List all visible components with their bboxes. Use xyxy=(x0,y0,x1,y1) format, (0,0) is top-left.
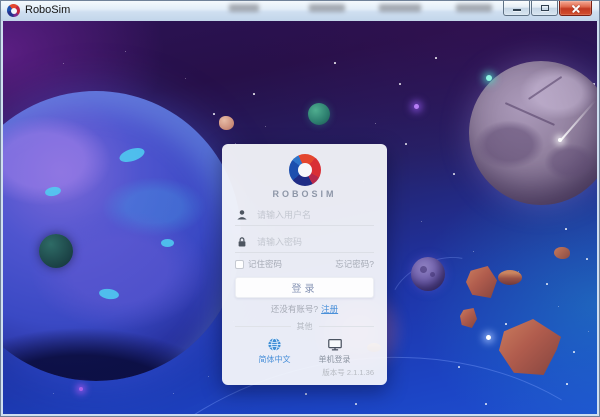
login-card: ROBOSIM 记住密码 忘记密码? 登录 还没有账号?注册 xyxy=(222,144,387,385)
asteroid xyxy=(554,247,570,259)
app-icon xyxy=(7,4,20,17)
minimize-icon xyxy=(512,9,521,11)
lock-icon xyxy=(238,237,246,247)
maximize-icon xyxy=(540,5,549,11)
remember-label: 记住密码 xyxy=(248,259,283,269)
register-link[interactable]: 注册 xyxy=(321,304,338,314)
asteroid xyxy=(219,116,234,130)
checkbox-icon[interactable] xyxy=(235,259,244,269)
glow-star xyxy=(79,387,83,391)
robosim-window: RoboSim ROBOSIM 请输入用户名 记住密码 忘记密码? 登录 还没有… xyxy=(0,0,600,417)
glow-star xyxy=(414,104,419,109)
purple-planet xyxy=(411,257,445,291)
titlebar-blur-spot xyxy=(229,4,259,12)
version-label: 版本号 2.1.1.36 xyxy=(322,368,374,377)
blue-planet xyxy=(3,91,241,381)
local-login[interactable]: 单机登录 xyxy=(319,337,351,365)
divider-label: 其他 xyxy=(296,322,313,331)
titlebar-blur-spot xyxy=(379,4,421,12)
titlebar[interactable]: RoboSim xyxy=(1,1,599,21)
globe-icon xyxy=(268,337,281,352)
asteroid xyxy=(498,270,522,285)
brand-text: ROBOSIM xyxy=(272,189,337,199)
comet-head xyxy=(558,138,562,142)
close-icon xyxy=(571,4,581,13)
language-label: 简体中文 xyxy=(258,355,291,364)
asteroid xyxy=(499,319,561,375)
robosim-logo-icon xyxy=(288,154,321,186)
monitor-icon xyxy=(327,338,342,351)
language-switch[interactable]: 简体中文 xyxy=(259,337,291,365)
person-icon xyxy=(237,210,247,220)
username-input[interactable] xyxy=(255,209,373,221)
glow-star xyxy=(486,335,491,340)
window-title: RoboSim xyxy=(25,4,71,16)
remember-password-checkbox[interactable]: 记住密码 xyxy=(235,258,282,270)
password-input[interactable] xyxy=(255,236,373,248)
options-row: 记住密码 忘记密码? xyxy=(235,258,374,270)
register-row: 还没有账号? 注册 xyxy=(235,303,374,315)
close-button[interactable] xyxy=(559,1,592,16)
minimize-button[interactable] xyxy=(503,1,530,16)
username-field xyxy=(235,205,374,226)
local-login-label: 单机登录 xyxy=(318,355,351,364)
quick-actions: 简体中文 单机登录 xyxy=(235,337,374,365)
password-field xyxy=(235,232,374,253)
login-button[interactable]: 登录 xyxy=(235,277,374,298)
register-prompt: 还没有账号? xyxy=(270,304,319,314)
dark-moon xyxy=(39,234,73,268)
window-controls xyxy=(502,1,592,16)
asteroid xyxy=(460,308,477,328)
green-planet xyxy=(308,103,330,125)
forgot-password-link[interactable]: 忘记密码? xyxy=(335,258,374,270)
titlebar-blur-spot xyxy=(309,4,345,12)
stars xyxy=(3,21,4,22)
divider: 其他 xyxy=(235,321,374,332)
maximize-button[interactable] xyxy=(531,1,558,16)
titlebar-blur-spot xyxy=(456,4,492,12)
glow-star xyxy=(486,75,492,81)
